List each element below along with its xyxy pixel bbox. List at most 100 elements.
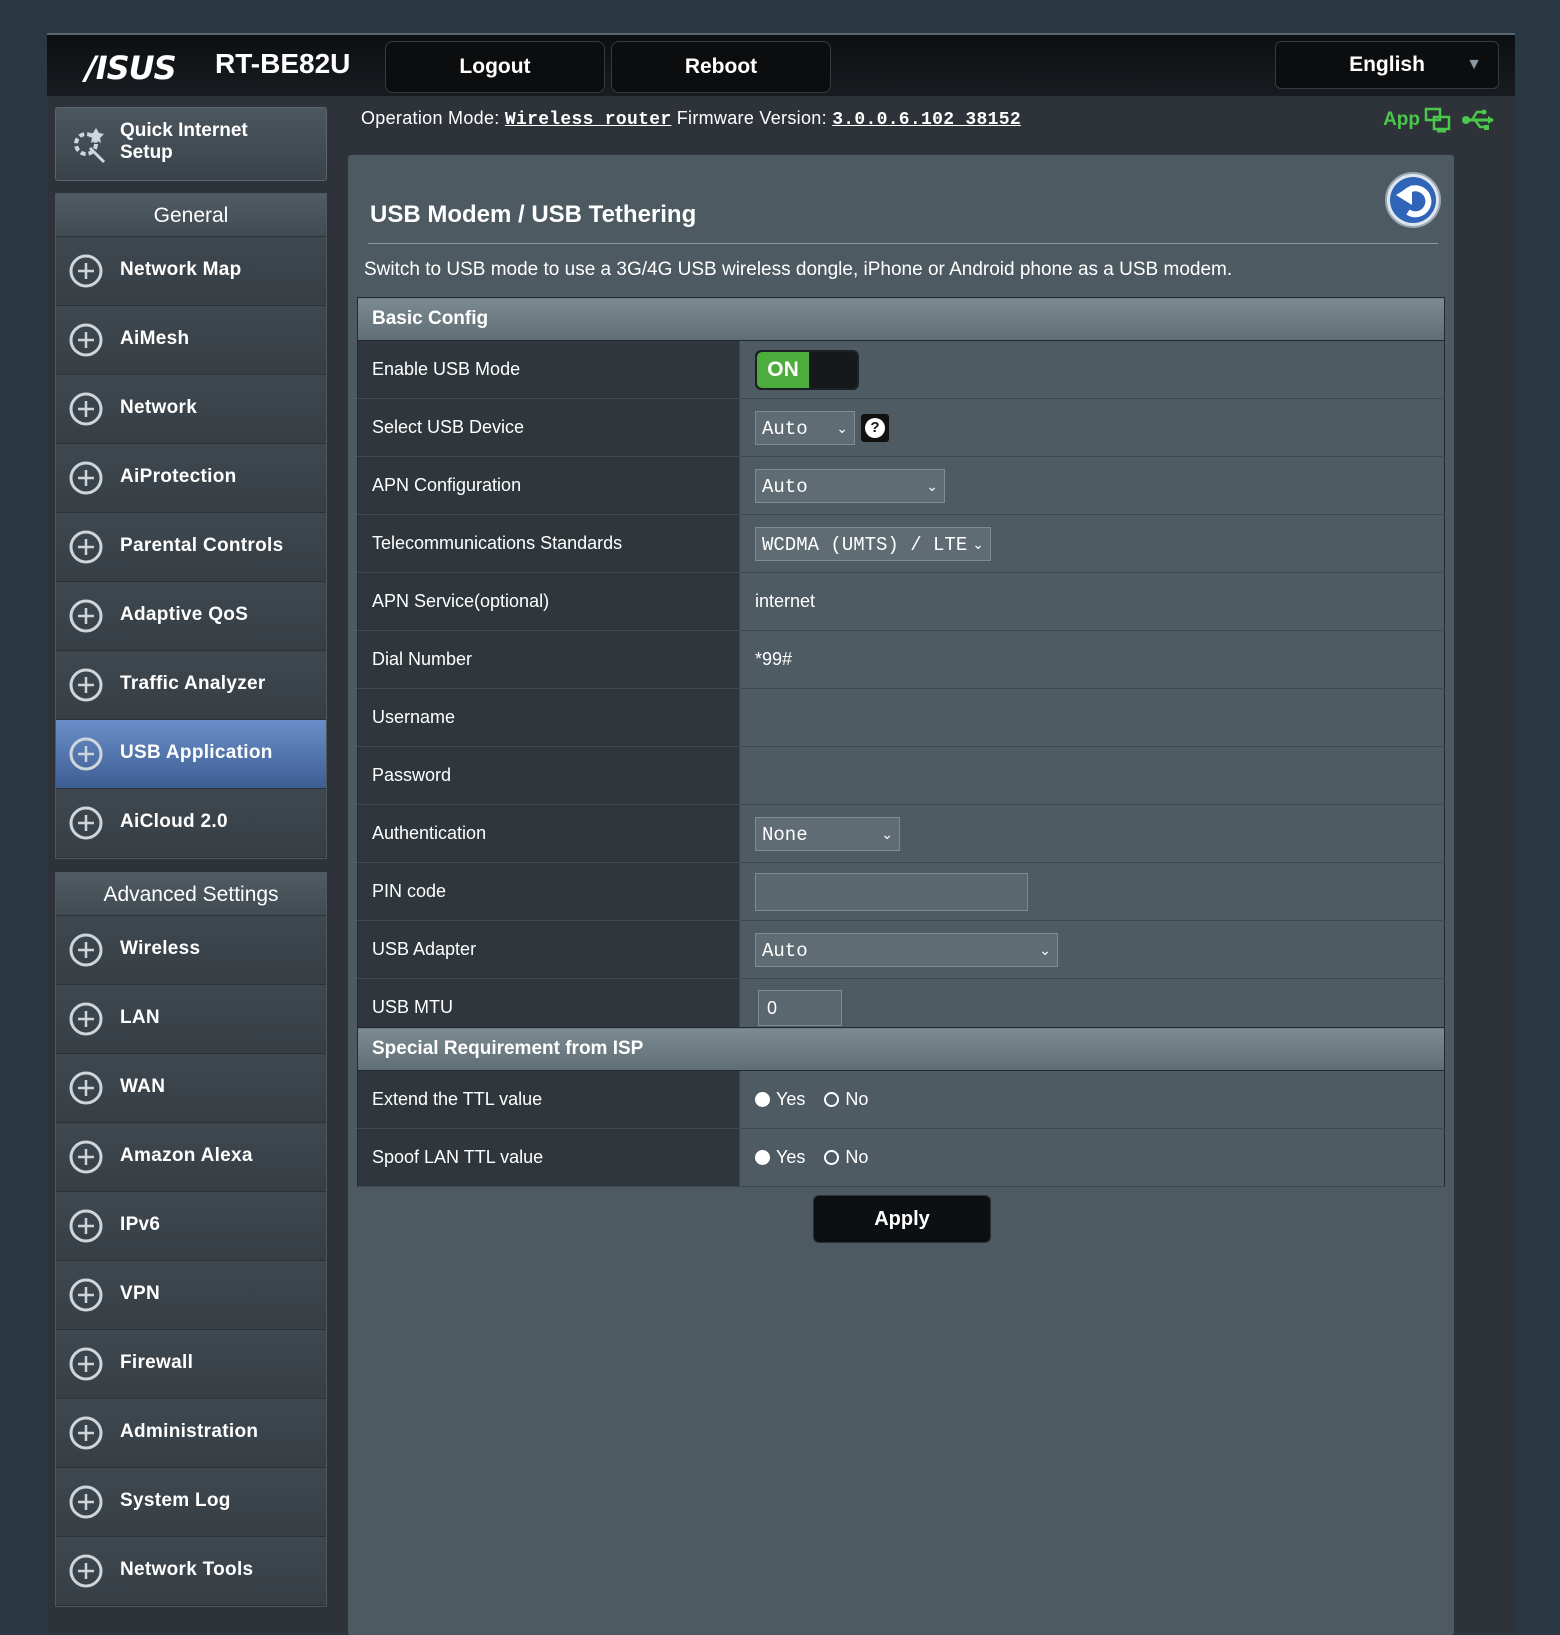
usb-mtu-input[interactable]: 0 (758, 989, 842, 1026)
quick-setup-label: Quick Internet Setup (120, 120, 248, 163)
table-row: APN Service(optional) internet (357, 572, 1445, 631)
enable-usb-toggle[interactable]: ON (755, 349, 859, 390)
sidebar-item-network[interactable]: Network (56, 375, 326, 444)
username-field[interactable] (739, 688, 1445, 747)
model-name: RT-BE82U (215, 48, 351, 79)
wifi-icon (69, 933, 103, 967)
dial-number-value[interactable]: *99# (739, 630, 1445, 689)
usb-adapter-select[interactable]: Auto ⌄ (755, 932, 1058, 967)
sidebar-item-label: AiCloud 2.0 (120, 811, 228, 832)
usb-icon (69, 737, 103, 771)
network-map-icon (69, 254, 103, 288)
analyzer-icon (69, 668, 103, 702)
auth-value: None (762, 823, 808, 846)
password-field[interactable] (739, 746, 1445, 805)
sidebar-item-network-map[interactable]: Network Map (56, 237, 326, 306)
extend-ttl-no-radio[interactable] (824, 1092, 840, 1108)
username-label: Username (357, 688, 740, 747)
select-usb-device[interactable]: Auto ⌄ (755, 410, 855, 445)
yes-label: Yes (776, 1147, 806, 1168)
firewall-icon (69, 1347, 103, 1381)
table-row: Password (357, 746, 1445, 805)
reboot-button[interactable]: Reboot (611, 41, 831, 93)
isp-requirement-table: Special Requirement from ISP Extend the … (357, 1027, 1445, 1187)
sidebar-item-wan[interactable]: WAN (56, 1054, 326, 1123)
sidebar-item-aimesh[interactable]: AiMesh (56, 306, 326, 375)
network-status-icon[interactable] (1423, 105, 1453, 135)
table-row: APN Configuration Auto ⌄ (357, 456, 1445, 515)
table-row: Enable USB Mode ON (357, 340, 1445, 399)
auth-select[interactable]: None ⌄ (755, 816, 900, 851)
enable-usb-label: Enable USB Mode (357, 340, 740, 399)
sidebar-item-label: Network Tools (120, 1559, 254, 1580)
sidebar-item-label: Amazon Alexa (120, 1145, 253, 1166)
spoof-ttl-yes-radio[interactable] (755, 1150, 770, 1166)
globe-icon (69, 1071, 103, 1105)
log-icon (69, 1485, 103, 1519)
app-link[interactable]: App (1383, 109, 1420, 131)
apn-config-label: APN Configuration (357, 456, 740, 515)
back-arrow-icon[interactable] (1384, 171, 1442, 229)
apn-config-select[interactable]: Auto ⌄ (755, 468, 945, 503)
ipv6-icon (69, 1209, 103, 1243)
sidebar-item-adaptive-qos[interactable]: Adaptive QoS (56, 582, 326, 651)
router-frame: /ISUS RT-BE82U Logout Reboot English ▼ O… (47, 33, 1515, 1635)
chevron-down-icon: ⌄ (972, 536, 984, 553)
dial-number-label: Dial Number (357, 630, 740, 689)
table-row: Dial Number *99# (357, 630, 1445, 689)
apply-button[interactable]: Apply (813, 1195, 991, 1243)
sidebar-item-amazon-alexa[interactable]: Amazon Alexa (56, 1123, 326, 1192)
chevron-down-icon: ⌄ (881, 826, 893, 843)
sidebar-item-lan[interactable]: LAN (56, 985, 326, 1054)
tools-icon (69, 1554, 103, 1588)
sidebar-item-firewall[interactable]: Firewall (56, 1330, 326, 1399)
quick-internet-setup-button[interactable]: Quick Internet Setup (55, 107, 327, 181)
general-section: General Network Map AiMesh Network AiProtec… (55, 193, 327, 859)
no-label: No (845, 1147, 869, 1168)
select-device-label: Select USB Device (357, 398, 740, 457)
sidebar-item-aicloud-2-0[interactable]: AiCloud 2.0 (56, 789, 326, 858)
wizard-icon (74, 128, 106, 164)
sidebar-item-aiprotection[interactable]: AiProtection (56, 444, 326, 513)
apn-service-value[interactable]: internet (739, 572, 1445, 631)
sidebar-item-administration[interactable]: Administration (56, 1399, 326, 1468)
usb-status-icon[interactable] (1461, 105, 1497, 135)
table-row: Username (357, 688, 1445, 747)
apn-service-label: APN Service(optional) (357, 572, 740, 631)
sidebar-item-vpn[interactable]: VPN (56, 1261, 326, 1330)
firmware-link[interactable]: 3.0.0.6.102_38152 (832, 110, 1021, 130)
sidebar-item-parental-controls[interactable]: Parental Controls (56, 513, 326, 582)
table-row: Telecommunications Standards WCDMA (UMTS… (357, 514, 1445, 573)
sidebar-item-wireless[interactable]: Wireless (56, 916, 326, 985)
logout-button[interactable]: Logout (385, 41, 605, 93)
language-value: English (1349, 53, 1425, 76)
op-mode-link[interactable]: Wireless router (505, 110, 672, 130)
auth-label: Authentication (357, 804, 740, 863)
sidebar-item-usb-application[interactable]: USB Application (56, 720, 326, 789)
chevron-down-icon: ⌄ (926, 478, 938, 495)
sidebar-item-label: Network (120, 397, 198, 418)
sidebar-item-label: Wireless (120, 938, 201, 959)
help-icon[interactable]: ? (861, 413, 889, 442)
language-select[interactable]: English ▼ (1275, 41, 1499, 89)
pin-code-input[interactable] (755, 872, 1028, 911)
spoof-ttl-no-radio[interactable] (824, 1150, 840, 1166)
sidebar-item-traffic-analyzer[interactable]: Traffic Analyzer (56, 651, 326, 720)
extend-ttl-yes-radio[interactable] (755, 1092, 770, 1108)
sidebar-item-system-log[interactable]: System Log (56, 1468, 326, 1537)
sidebar-item-label: LAN (120, 1007, 160, 1028)
extend-ttl-label: Extend the TTL value (357, 1070, 740, 1129)
status-line: Operation Mode: Wireless router Firmware… (361, 108, 1021, 130)
spoof-ttl-label: Spoof LAN TTL value (357, 1128, 740, 1187)
gauge-icon (69, 599, 103, 633)
telecom-select[interactable]: WCDMA (UMTS) / LTE ⌄ (755, 526, 991, 561)
sidebar-item-label: VPN (120, 1283, 160, 1304)
sidebar-item-network-tools[interactable]: Network Tools (56, 1537, 326, 1606)
toggle-knob (810, 351, 857, 388)
telecom-value: WCDMA (UMTS) / LTE (762, 533, 968, 556)
basic-config-header: Basic Config (357, 297, 1445, 341)
table-row: Select USB Device Auto ⌄ ? (357, 398, 1445, 457)
select-usb-device-value: Auto (762, 417, 808, 440)
shield-icon (69, 461, 103, 495)
sidebar-item-ipv6[interactable]: IPv6 (56, 1192, 326, 1261)
